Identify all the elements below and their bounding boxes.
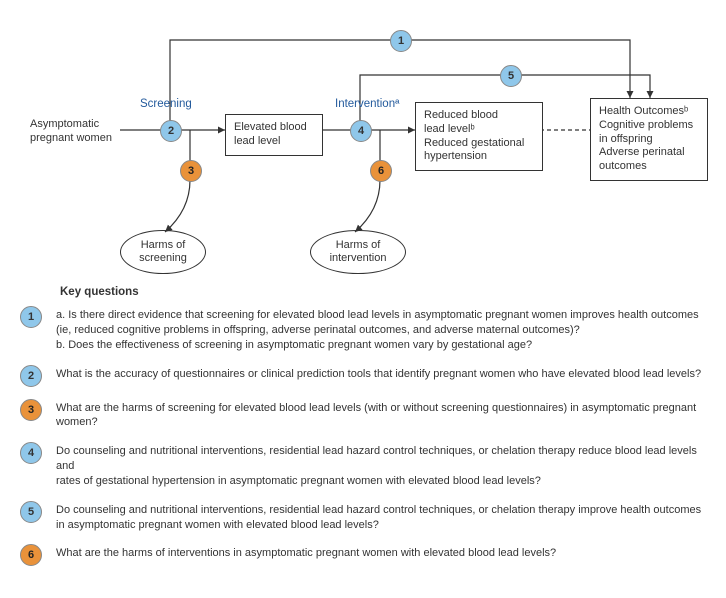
key-question-number: 6 <box>20 544 42 566</box>
kq-bubble-1: 1 <box>390 30 412 52</box>
key-question-row: 2 What is the accuracy of questionnaires … <box>20 365 706 387</box>
kq-bubble-3: 3 <box>180 160 202 182</box>
key-question-row: 1 a. Is there direct evidence that screen… <box>20 306 706 353</box>
key-question-text: Do counseling and nutritional interventi… <box>56 442 706 489</box>
kq-bubble-6: 6 <box>370 160 392 182</box>
start-population: Asymptomatic pregnant women <box>30 118 125 146</box>
key-question-row: 6 What are the harms of interventions in … <box>20 544 706 566</box>
key-question-text: a. Is there direct evidence that screeni… <box>56 306 699 353</box>
key-question-number: 4 <box>20 442 42 464</box>
ellipse-harms-screening: Harms of screening <box>120 230 206 274</box>
box-reduced-outcomes: Reduced blood lead levelᵇ Reduced gestat… <box>415 102 543 171</box>
ellipse-harms-intervention: Harms of intervention <box>310 230 406 274</box>
intervention-heading: Interventionª <box>335 98 399 110</box>
kq-bubble-4: 4 <box>350 120 372 142</box>
key-questions-section: Key questions 1 a. Is there direct eviden… <box>20 286 706 566</box>
box-health-outcomes: Health Outcomesᵇ Cognitive problems in o… <box>590 98 708 181</box>
analytic-framework-diagram: Asymptomatic pregnant women Screening In… <box>20 20 706 280</box>
key-question-row: 3 What are the harms of screening for ele… <box>20 399 706 431</box>
kq-bubble-2: 2 <box>160 120 182 142</box>
key-question-row: 4 Do counseling and nutritional intervent… <box>20 442 706 489</box>
key-question-text: What are the harms of screening for elev… <box>56 399 706 431</box>
key-question-row: 5 Do counseling and nutritional intervent… <box>20 501 706 533</box>
box-elevated-blood-lead: Elevated blood lead level <box>225 114 323 156</box>
key-question-number: 2 <box>20 365 42 387</box>
screening-heading: Screening <box>140 98 192 110</box>
key-question-text: What is the accuracy of questionnaires o… <box>56 365 701 382</box>
key-questions-title: Key questions <box>60 286 706 298</box>
key-question-number: 5 <box>20 501 42 523</box>
key-question-text: What are the harms of interventions in a… <box>56 544 556 561</box>
kq-bubble-5: 5 <box>500 65 522 87</box>
key-question-text: Do counseling and nutritional interventi… <box>56 501 701 533</box>
key-question-number: 1 <box>20 306 42 328</box>
key-questions-list: 1 a. Is there direct evidence that screen… <box>20 306 706 566</box>
key-question-number: 3 <box>20 399 42 421</box>
